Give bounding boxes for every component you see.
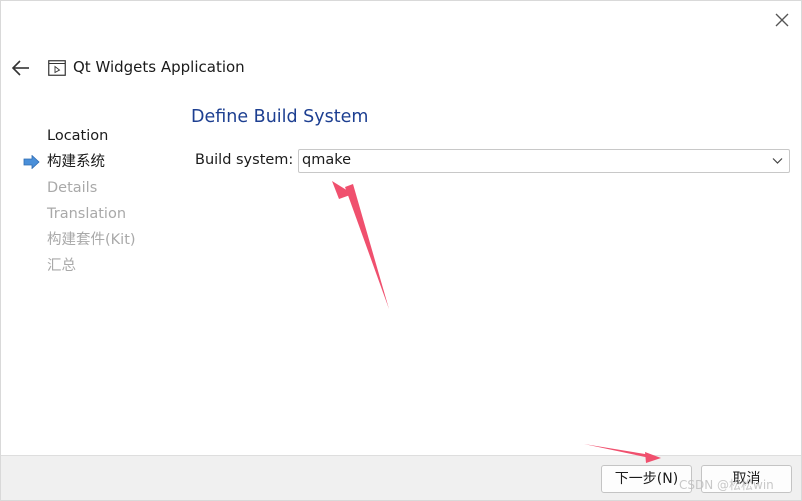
build-system-label: Build system: <box>195 152 294 168</box>
step-kits: 构建套件(Kit) <box>1 227 181 253</box>
step-build-system: 构建系统 <box>1 149 181 175</box>
step-label: 构建系统 <box>47 154 105 170</box>
qt-widgets-app-icon <box>48 60 66 76</box>
step-label: 汇总 <box>47 258 76 274</box>
build-system-select[interactable]: qmake <box>298 149 790 173</box>
wizard-window: Qt Widgets Application Location 构建系统 Det… <box>0 0 802 501</box>
close-button[interactable] <box>771 9 793 31</box>
close-icon <box>775 13 789 27</box>
step-label: 构建套件(Kit) <box>47 232 136 248</box>
back-arrow-icon <box>11 60 29 76</box>
step-label: Details <box>47 180 98 196</box>
current-step-arrow-icon <box>23 155 40 169</box>
step-details: Details <box>1 175 181 201</box>
step-location: Location <box>1 123 181 149</box>
wizard-steps: Location 构建系统 Details Translation 构建套件(K… <box>1 123 181 279</box>
chevron-down-icon <box>772 158 783 164</box>
step-translation: Translation <box>1 201 181 227</box>
page-title: Define Build System <box>191 107 369 127</box>
annotation-arrow-combo <box>332 181 389 309</box>
step-summary: 汇总 <box>1 253 181 279</box>
build-system-value: qmake <box>302 152 352 168</box>
step-label: Location <box>47 128 109 144</box>
wizard-title: Qt Widgets Application <box>73 58 245 76</box>
watermark: CSDN @松松win <box>679 478 774 492</box>
step-label: Translation <box>47 206 127 222</box>
back-button[interactable] <box>10 57 32 79</box>
